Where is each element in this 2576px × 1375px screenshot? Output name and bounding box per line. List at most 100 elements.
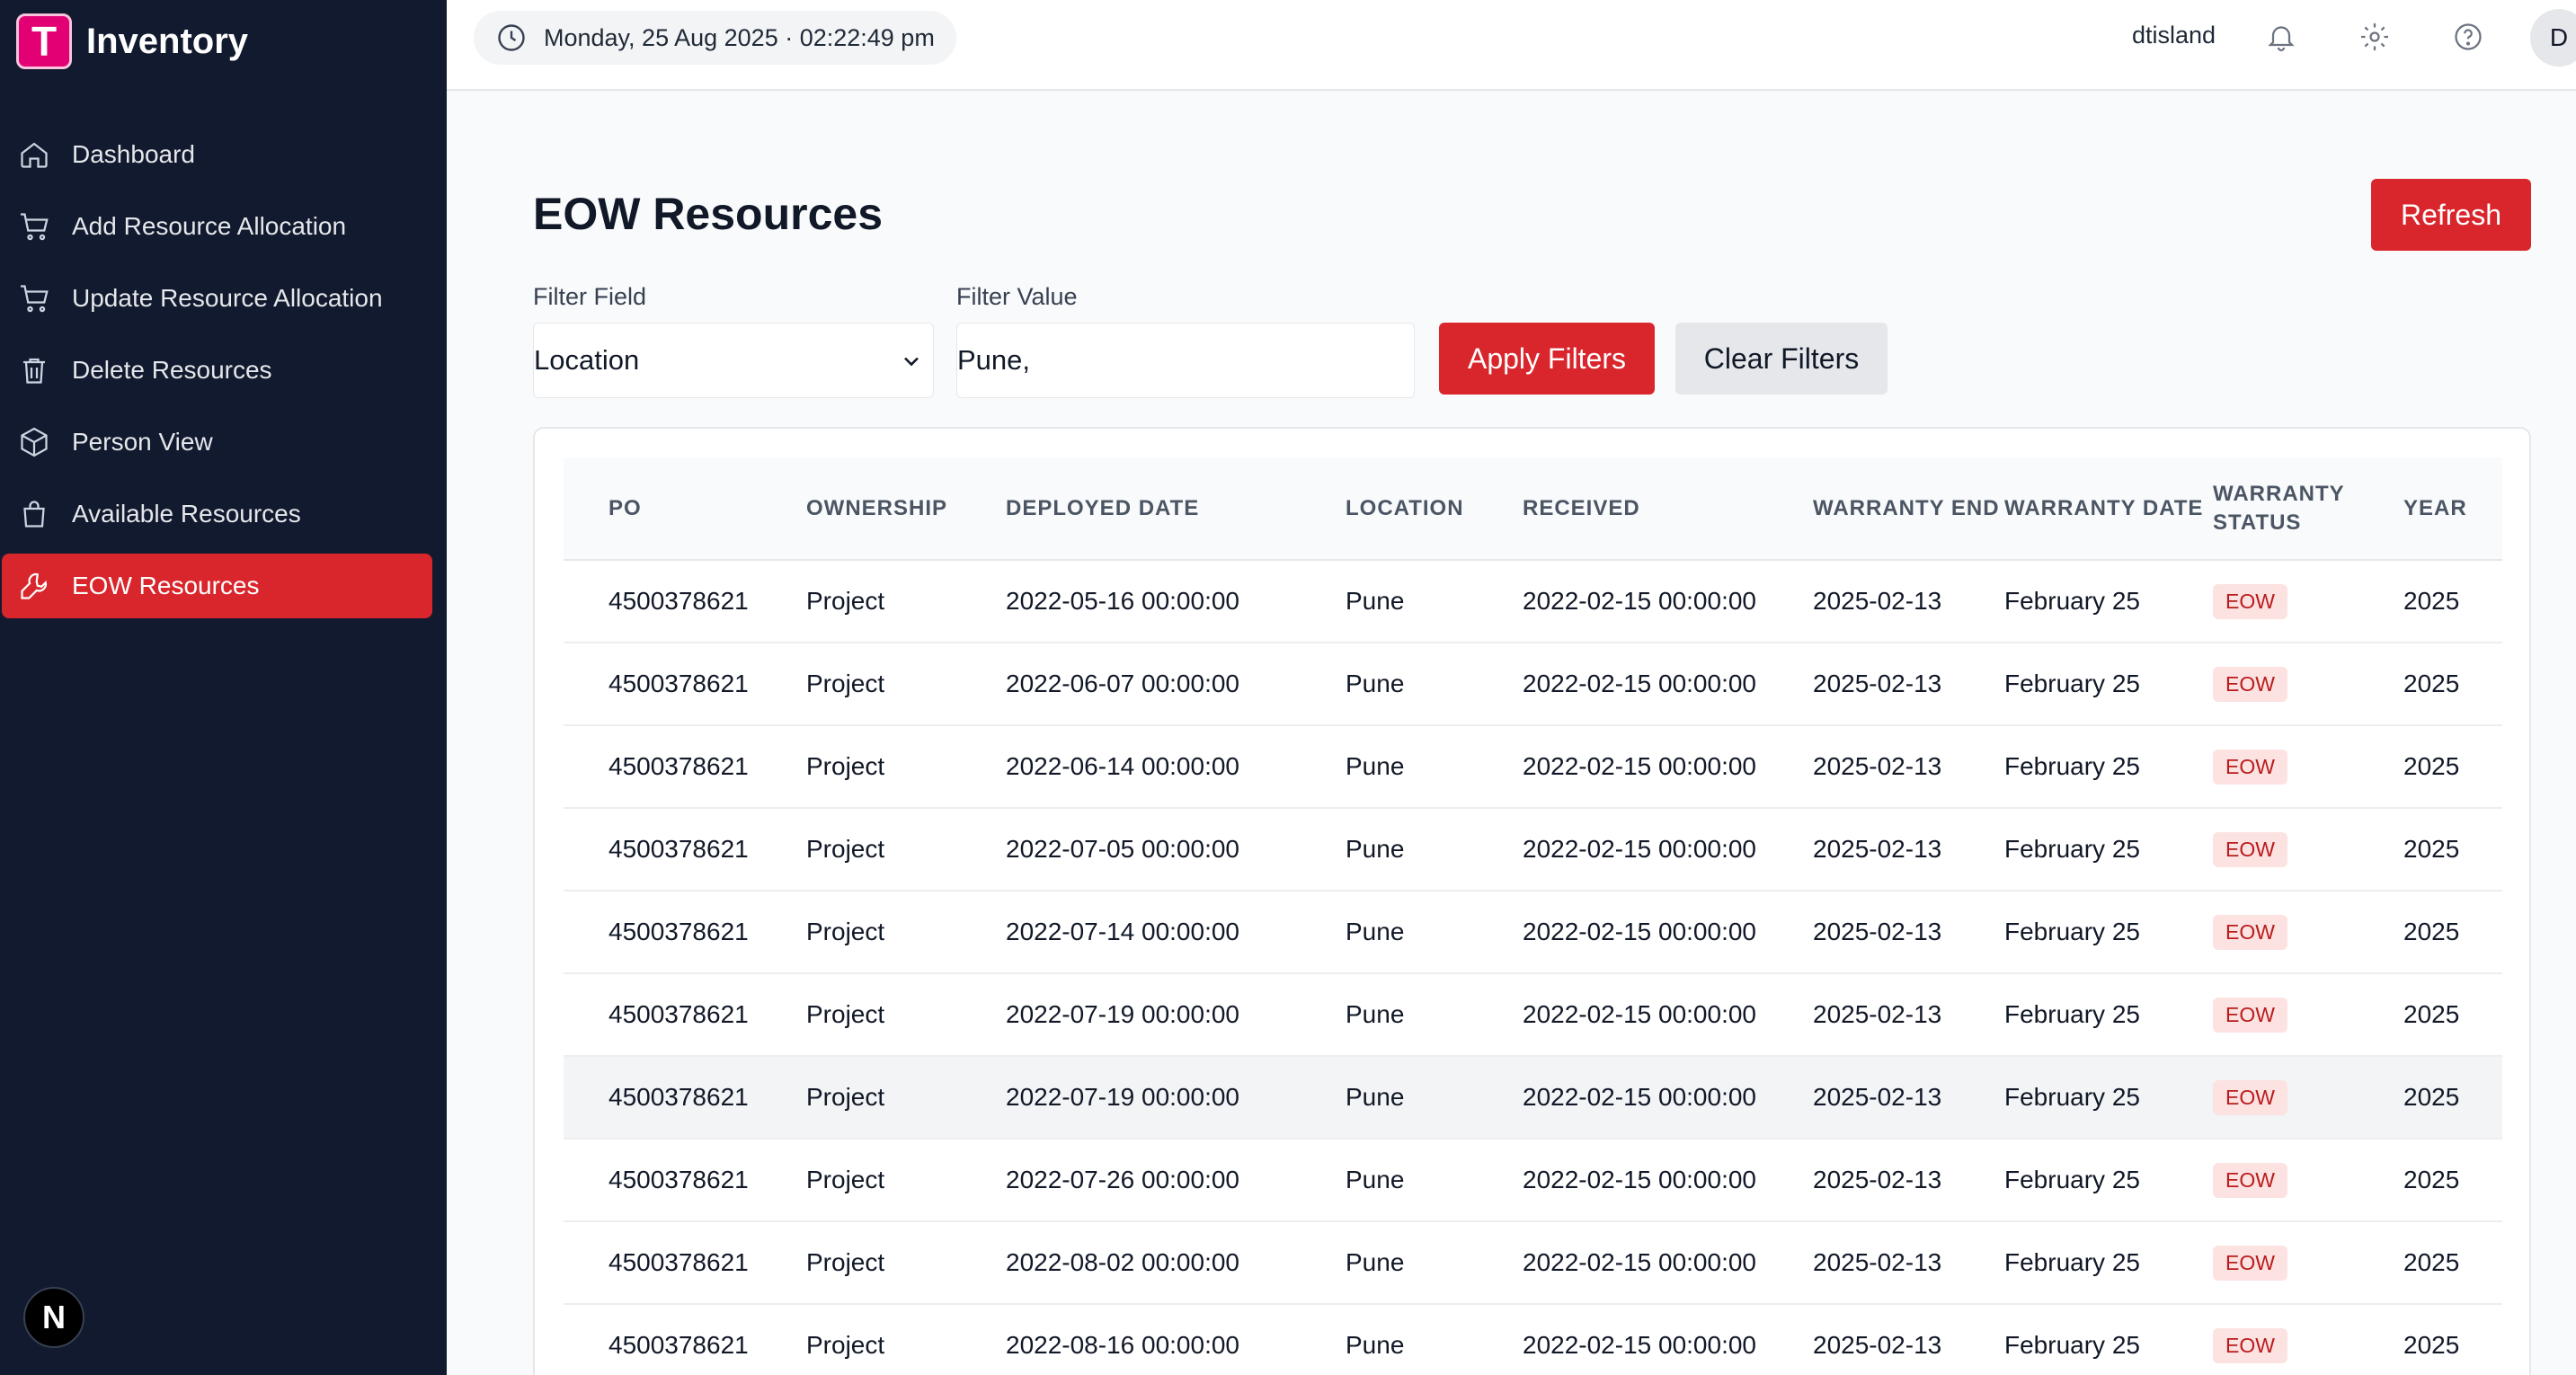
cell-received: 2022-02-15 00:00:00 bbox=[1523, 1056, 1813, 1140]
column-header-warranty-date[interactable]: WARRANTY DATE bbox=[2004, 457, 2213, 561]
cell-warranty-date: February 25 bbox=[2004, 1304, 2213, 1375]
cell-warranty-status: EOW bbox=[2213, 1056, 2403, 1140]
sidebar-item-delete-resources[interactable]: Delete Resources bbox=[2, 338, 432, 403]
cell-po: 4500378621 bbox=[564, 1304, 806, 1375]
status-badge: EOW bbox=[2213, 749, 2287, 785]
table-row[interactable]: 4500378621 Project 2022-08-16 00:00:00 Pune… bbox=[564, 1304, 2502, 1375]
status-badge: EOW bbox=[2213, 831, 2287, 867]
cell-warranty-end: 2025-02-13 bbox=[1813, 973, 2004, 1057]
sidebar-item-update-resource-allocation[interactable]: Update Resource Allocation bbox=[2, 266, 432, 331]
table-row[interactable]: 4500378621 Project 2022-07-14 00:00:00 Pune… bbox=[564, 891, 2502, 974]
table-body: 4500378621 Project 2022-05-16 00:00:00 Pune… bbox=[564, 560, 2502, 1375]
column-header-received[interactable]: RECEIVED bbox=[1523, 457, 1813, 561]
column-header-warranty-status[interactable]: WARRANTY STATUS bbox=[2213, 457, 2403, 561]
cell-location: Pune bbox=[1346, 560, 1523, 643]
sidebar-item-person-view[interactable]: Person View bbox=[2, 410, 432, 475]
table-row[interactable]: 4500378621 Project 2022-07-26 00:00:00 Pune… bbox=[564, 1139, 2502, 1222]
status-badge: EOW bbox=[2213, 583, 2287, 619]
resources-table: PO OWNERSHIP DEPLOYED DATE LOCATION RECE… bbox=[564, 457, 2502, 1375]
app-name: Inventory bbox=[86, 21, 249, 61]
cell-warranty-end: 2025-02-13 bbox=[1813, 725, 2004, 809]
cell-location: Pune bbox=[1346, 643, 1523, 726]
cell-warranty-status: EOW bbox=[2213, 1221, 2403, 1305]
cell-ownership: Project bbox=[806, 1139, 1006, 1222]
table-row[interactable]: 4500378621 Project 2022-08-02 00:00:00 Pune… bbox=[564, 1221, 2502, 1305]
sidebar-item-available-resources[interactable]: Available Resources bbox=[2, 482, 432, 546]
filter-value-input[interactable] bbox=[956, 323, 1415, 398]
cart-icon bbox=[16, 280, 52, 316]
cell-ownership: Project bbox=[806, 560, 1006, 643]
cell-warranty-date: February 25 bbox=[2004, 973, 2213, 1057]
gear-icon[interactable] bbox=[2356, 18, 2394, 56]
column-header-location[interactable]: LOCATION bbox=[1346, 457, 1523, 561]
cell-received: 2022-02-15 00:00:00 bbox=[1523, 643, 1813, 726]
cell-deployed-date: 2022-07-19 00:00:00 bbox=[1006, 1056, 1346, 1140]
cell-year: 2025 bbox=[2403, 808, 2502, 892]
status-badge: EOW bbox=[2213, 1162, 2287, 1198]
table-row[interactable]: 4500378621 Project 2022-05-16 00:00:00 Pune… bbox=[564, 560, 2502, 643]
apply-filters-button[interactable]: Apply Filters bbox=[1439, 323, 1655, 395]
table-row[interactable]: 4500378621 Project 2022-07-19 00:00:00 Pune… bbox=[564, 973, 2502, 1057]
datetime-text: Monday, 25 Aug 2025 · 02:22:49 pm bbox=[544, 23, 935, 51]
cell-deployed-date: 2022-07-19 00:00:00 bbox=[1006, 973, 1346, 1057]
sidebar-item-add-resource-allocation[interactable]: Add Resource Allocation bbox=[2, 194, 432, 259]
cell-deployed-date: 2022-07-26 00:00:00 bbox=[1006, 1139, 1346, 1222]
filter-value-label: Filter Value bbox=[956, 283, 1078, 310]
sidebar-item-label: Update Resource Allocation bbox=[72, 284, 383, 312]
sidebar-item-dashboard[interactable]: Dashboard bbox=[2, 122, 432, 187]
sidebar-item-label: EOW Resources bbox=[72, 572, 260, 599]
cube-icon bbox=[16, 424, 52, 460]
table-row[interactable]: 4500378621 Project 2022-07-05 00:00:00 Pune… bbox=[564, 808, 2502, 892]
table-row[interactable]: 4500378621 Project 2022-07-19 00:00:00 Pune… bbox=[564, 1056, 2502, 1140]
cell-warranty-date: February 25 bbox=[2004, 643, 2213, 726]
column-header-po[interactable]: PO bbox=[564, 457, 806, 561]
brand-logo: T bbox=[16, 13, 72, 69]
table-header-row: PO OWNERSHIP DEPLOYED DATE LOCATION RECE… bbox=[564, 457, 2502, 561]
table-row[interactable]: 4500378621 Project 2022-06-14 00:00:00 Pune… bbox=[564, 725, 2502, 809]
cell-ownership: Project bbox=[806, 643, 1006, 726]
filter-field-select[interactable]: Location bbox=[533, 323, 934, 398]
cell-po: 4500378621 bbox=[564, 1221, 806, 1305]
cell-warranty-status: EOW bbox=[2213, 1304, 2403, 1375]
cell-received: 2022-02-15 00:00:00 bbox=[1523, 891, 1813, 974]
sidebar: T Inventory Dashboard Add Resource Alloc… bbox=[0, 0, 447, 1375]
cell-location: Pune bbox=[1346, 725, 1523, 809]
cell-warranty-date: February 25 bbox=[2004, 808, 2213, 892]
sidebar-item-eow-resources[interactable]: EOW Resources bbox=[2, 554, 432, 618]
column-header-warranty-end[interactable]: WARRANTY END bbox=[1813, 457, 2004, 561]
cell-deployed-date: 2022-06-07 00:00:00 bbox=[1006, 643, 1346, 726]
refresh-button[interactable]: Refresh bbox=[2371, 179, 2531, 251]
sidebar-item-label: Delete Resources bbox=[72, 356, 272, 384]
status-badge: EOW bbox=[2213, 666, 2287, 702]
cell-po: 4500378621 bbox=[564, 643, 806, 726]
cell-received: 2022-02-15 00:00:00 bbox=[1523, 1221, 1813, 1305]
page-title: EOW Resources bbox=[533, 189, 884, 239]
column-header-year[interactable]: YEAR bbox=[2403, 457, 2502, 561]
bell-icon[interactable] bbox=[2262, 18, 2300, 56]
cell-deployed-date: 2022-08-16 00:00:00 bbox=[1006, 1304, 1346, 1375]
datetime-pill: Monday, 25 Aug 2025 · 02:22:49 pm bbox=[474, 11, 956, 65]
column-header-deployed-date[interactable]: DEPLOYED DATE bbox=[1006, 457, 1346, 561]
cell-warranty-end: 2025-02-13 bbox=[1813, 808, 2004, 892]
cell-po: 4500378621 bbox=[564, 891, 806, 974]
table-row[interactable]: 4500378621 Project 2022-06-07 00:00:00 Pune… bbox=[564, 643, 2502, 726]
trash-icon bbox=[16, 352, 52, 388]
cell-location: Pune bbox=[1346, 1221, 1523, 1305]
sidebar-nav: Dashboard Add Resource Allocation Update… bbox=[0, 122, 447, 625]
cell-warranty-end: 2025-02-13 bbox=[1813, 560, 2004, 643]
status-badge: EOW bbox=[2213, 1079, 2287, 1115]
help-icon[interactable] bbox=[2449, 18, 2487, 56]
filter-field-label: Filter Field bbox=[533, 283, 647, 310]
home-icon bbox=[16, 137, 52, 173]
cell-warranty-date: February 25 bbox=[2004, 891, 2213, 974]
cell-warranty-status: EOW bbox=[2213, 808, 2403, 892]
framework-badge[interactable]: N bbox=[23, 1287, 84, 1348]
brand[interactable]: T Inventory bbox=[16, 13, 248, 70]
clear-filters-button[interactable]: Clear Filters bbox=[1675, 323, 1888, 395]
username[interactable]: dtisland bbox=[2132, 22, 2216, 49]
cell-deployed-date: 2022-06-14 00:00:00 bbox=[1006, 725, 1346, 809]
filter-field-value: Location bbox=[534, 344, 640, 376]
column-header-ownership[interactable]: OWNERSHIP bbox=[806, 457, 1006, 561]
cell-year: 2025 bbox=[2403, 891, 2502, 974]
avatar[interactable]: D bbox=[2530, 9, 2576, 67]
